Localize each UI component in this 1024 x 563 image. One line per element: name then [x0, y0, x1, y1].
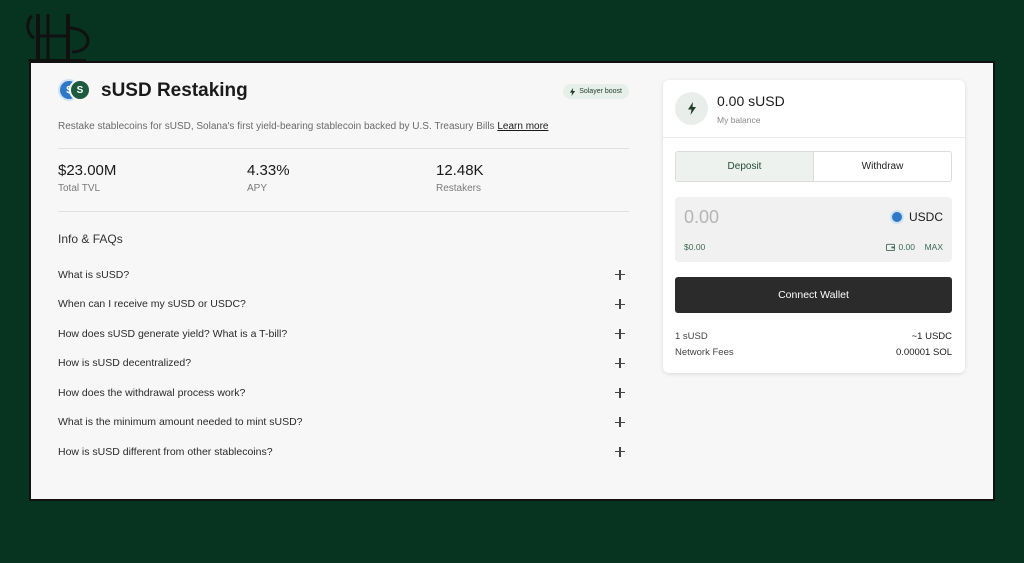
rate-row: 1 sUSD ~1 USDC: [675, 331, 952, 342]
deposit-withdraw-tabs: Deposit Withdraw: [675, 151, 952, 182]
faq-question: When can I receive my sUSD or USDC?: [58, 298, 246, 311]
faq-question: How is sUSD different from other stablec…: [58, 445, 273, 458]
stat-label: APY: [247, 183, 268, 194]
wallet-balance: 0.00: [886, 242, 915, 252]
learn-more-link[interactable]: Learn more: [497, 121, 548, 132]
plus-icon[interactable]: [615, 446, 625, 457]
plus-icon[interactable]: [615, 299, 625, 310]
app-window: $ S sUSD Restaking Solayer boost Restake…: [29, 61, 995, 501]
rate-label: 1 sUSD: [675, 331, 708, 342]
faq-question: What is the minimum amount needed to min…: [58, 416, 303, 429]
faq-question: What is sUSD?: [58, 268, 130, 281]
stat-value: 12.48K: [436, 162, 484, 179]
token-pair-icon: $ S: [58, 79, 94, 103]
faq-question: How does sUSD generate yield? What is a …: [58, 327, 288, 340]
tab-deposit[interactable]: Deposit: [676, 152, 814, 181]
balance-label: My balance: [717, 115, 761, 125]
faq-item[interactable]: What is the minimum amount needed to min…: [58, 408, 629, 438]
stats-row: $23.00M Total TVL 4.33% APY 12.48K Resta…: [58, 149, 629, 211]
rate-value: ~1 USDC: [911, 331, 952, 342]
amount-input[interactable]: [684, 207, 834, 228]
plus-icon[interactable]: [615, 387, 625, 398]
faq-item[interactable]: How does the withdrawal process work?: [58, 378, 629, 408]
stat-apy: 4.33% APY: [247, 162, 436, 211]
bolt-icon: [675, 92, 708, 125]
faq-item[interactable]: When can I receive my sUSD or USDC?: [58, 290, 629, 320]
title-row: $ S sUSD Restaking Solayer boost: [58, 77, 629, 107]
token-selector[interactable]: USDC: [889, 210, 943, 224]
faq-item[interactable]: How does sUSD generate yield? What is a …: [58, 319, 629, 349]
faq-item[interactable]: How is sUSD decentralized?: [58, 349, 629, 379]
main-content: $ S sUSD Restaking Solayer boost Restake…: [58, 77, 629, 467]
amount-box: USDC $0.00 0.00 MAX: [675, 197, 952, 262]
plus-icon[interactable]: [615, 269, 625, 280]
faq-question: How does the withdrawal process work?: [58, 386, 246, 399]
usd-value: $0.00: [684, 242, 706, 252]
divider: [58, 211, 629, 212]
plus-icon[interactable]: [615, 358, 625, 369]
description: Restake stablecoins for sUSD, Solana's f…: [58, 121, 629, 132]
faq-item[interactable]: What is sUSD?: [58, 260, 629, 290]
plus-icon[interactable]: [615, 328, 625, 339]
balance-row: 0.00 sUSD My balance: [663, 80, 965, 138]
stat-restakers: 12.48K Restakers: [436, 162, 625, 211]
page-title: sUSD Restaking: [101, 80, 248, 101]
faq-list: What is sUSD? When can I receive my sUSD…: [58, 260, 629, 467]
faq-item[interactable]: How is sUSD different from other stablec…: [58, 437, 629, 467]
badge-label: Solayer boost: [579, 88, 622, 95]
stat-label: Restakers: [436, 183, 482, 194]
token-label: USDC: [908, 210, 943, 224]
stat-total-tvl: $23.00M Total TVL: [58, 162, 247, 211]
fees-label: Network Fees: [675, 347, 734, 358]
wallet-balance-value: 0.00: [898, 242, 915, 252]
stat-value: 4.33%: [247, 162, 290, 179]
wallet-icon: [886, 243, 896, 251]
connect-wallet-button[interactable]: Connect Wallet: [675, 277, 952, 313]
fees-value: 0.00001 SOL: [896, 347, 952, 358]
bolt-icon: [570, 87, 576, 96]
balance-value: 0.00 sUSD: [717, 93, 785, 109]
faq-title: Info & FAQs: [58, 232, 123, 246]
plus-icon[interactable]: [615, 417, 625, 428]
usdc-icon: [889, 210, 904, 224]
tab-withdraw[interactable]: Withdraw: [814, 152, 951, 181]
susd-coin-icon: S: [69, 79, 91, 101]
restake-panel: 0.00 sUSD My balance Deposit Withdraw US…: [663, 80, 965, 373]
faq-question: How is sUSD decentralized?: [58, 357, 192, 370]
max-button[interactable]: MAX: [925, 242, 943, 252]
description-text: Restake stablecoins for sUSD, Solana's f…: [58, 121, 495, 132]
stat-value: $23.00M: [58, 162, 117, 179]
solayer-boost-badge[interactable]: Solayer boost: [563, 84, 629, 99]
stat-label: Total TVL: [58, 183, 101, 194]
fees-row: Network Fees 0.00001 SOL: [675, 347, 952, 358]
